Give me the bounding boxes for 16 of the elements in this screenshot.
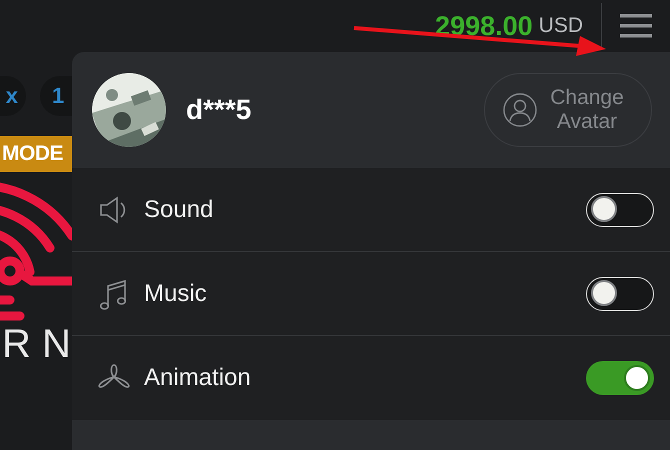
currency-label: USD [538,14,583,38]
setting-label: Animation [144,364,252,392]
toggle-switch[interactable] [586,361,654,395]
filter-chip[interactable]: 1 [40,76,72,116]
toggle-switch[interactable] [586,192,654,226]
balance-amount: 2998.00 [435,10,533,42]
setting-label: Music [144,280,208,308]
username: d***5 [186,94,252,126]
setting-label: Sound [144,196,214,224]
change-avatar-button[interactable]: Change Avatar [484,73,652,147]
toggle-switch[interactable] [586,276,654,310]
user-icon [503,93,537,127]
filter-chip[interactable]: x [0,76,26,116]
mode-badge: MODE [0,136,72,172]
menu-icon[interactable] [620,14,652,38]
banner-title: R N [2,322,71,367]
